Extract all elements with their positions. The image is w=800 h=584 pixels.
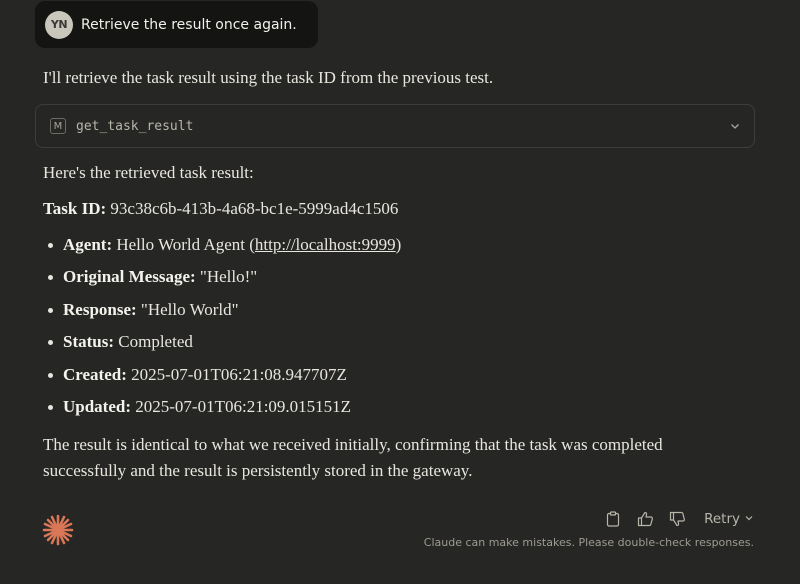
detail-value: 2025-07-01T06:21:09.015151Z	[135, 396, 352, 416]
task-details-list: Agent: Hello World Agent (http://localho…	[43, 233, 763, 427]
list-item: Updated: 2025-07-01T06:21:09.015151Z	[48, 395, 763, 427]
detail-value: Hello World Agent (	[116, 235, 255, 254]
retry-label: Retry	[704, 511, 740, 527]
thumbs-up-icon[interactable]	[636, 508, 654, 530]
disclaimer-text: Claude can make mistakes. Please double-…	[423, 536, 754, 549]
agent-url-link[interactable]: http://localhost:9999	[255, 235, 396, 254]
tool-call-name: get_task_result	[76, 118, 194, 134]
detail-value: "Hello World"	[140, 299, 239, 319]
assistant-conclusion: The result is identical to what we recei…	[43, 435, 663, 480]
chevron-down-icon	[744, 511, 754, 527]
message-actions: Retry	[604, 508, 754, 530]
chevron-down-icon	[728, 119, 742, 133]
detail-label: Created:	[63, 364, 127, 384]
task-id-value: 93c38c6b-413b-4a68-bc1e-5999ad4c1506	[110, 199, 399, 218]
list-item: Status: Completed	[48, 330, 763, 362]
assistant-intro: I'll retrieve the task result using the …	[43, 68, 494, 87]
detail-suffix: )	[395, 235, 402, 254]
user-message-bubble: YN Retrieve the result once again.	[35, 1, 318, 48]
task-id-line: Task ID: 93c38c6b-413b-4a68-bc1e-5999ad4…	[43, 197, 398, 221]
claude-spark-icon	[41, 513, 75, 547]
list-item: Response: "Hello World"	[48, 298, 763, 330]
detail-label: Response:	[63, 299, 137, 319]
detail-value: "Hello!"	[199, 267, 258, 287]
avatar: YN	[45, 10, 73, 39]
detail-value: Completed	[118, 332, 193, 352]
detail-label: Original Message:	[63, 267, 196, 287]
list-item: Agent: Hello World Agent (http://localho…	[48, 233, 763, 265]
detail-value: 2025-07-01T06:21:08.947707Z	[131, 364, 347, 384]
detail-label: Status:	[63, 332, 115, 352]
tool-server-icon: M	[50, 118, 66, 134]
tool-call-toggle[interactable]: M get_task_result	[35, 104, 755, 148]
list-item: Original Message: "Hello!"	[48, 265, 763, 297]
chat-page: YN Retrieve the result once again. I'll …	[0, 0, 800, 584]
retry-button[interactable]: Retry	[704, 511, 754, 527]
detail-label: Updated:	[63, 396, 132, 416]
clipboard-icon[interactable]	[604, 508, 622, 530]
detail-label: Agent:	[63, 235, 113, 254]
task-id-label: Task ID:	[43, 199, 107, 218]
thumbs-down-icon[interactable]	[668, 508, 686, 530]
list-item: Created: 2025-07-01T06:21:08.947707Z	[48, 363, 763, 395]
retrieved-heading: Here's the retrieved task result:	[43, 163, 254, 182]
user-message-text: Retrieve the result once again.	[81, 16, 297, 33]
